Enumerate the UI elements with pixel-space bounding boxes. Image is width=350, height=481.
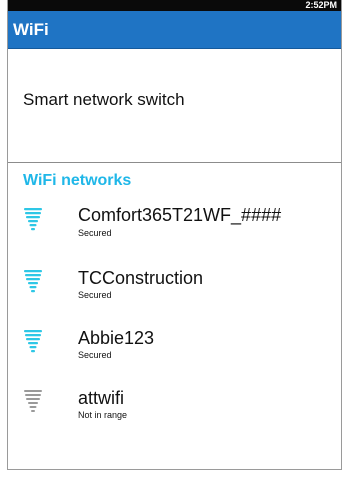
page-title: WiFi — [13, 20, 49, 39]
wifi-signal-icon — [24, 270, 42, 293]
smart-network-switch-label: Smart network switch — [23, 90, 185, 109]
smart-network-switch-row[interactable]: Smart network switch — [8, 49, 341, 163]
phone-screen: 2:52PM WiFi Smart network switch WiFi ne… — [7, 0, 342, 470]
wifi-signal-icon — [24, 390, 42, 412]
section-header-wifi-networks: WiFi networks — [23, 172, 132, 189]
network-name: Comfort365T21WF_#### — [78, 205, 282, 225]
network-item-abbie123[interactable]: Abbie123 Secured — [8, 314, 341, 374]
status-time: 2:52PM — [305, 0, 337, 10]
status-bar: 2:52PM — [8, 0, 341, 11]
network-item-attwifi[interactable]: attwifi Not in range — [8, 374, 341, 434]
network-status: Secured — [78, 290, 112, 300]
network-status: Not in range — [78, 410, 128, 420]
network-name: TCConstruction — [78, 268, 204, 288]
network-item-comfort365[interactable]: Comfort365T21WF_#### Secured — [8, 194, 341, 254]
network-status: Secured — [78, 350, 112, 360]
network-name: Abbie123 — [78, 328, 155, 348]
wifi-signal-icon — [24, 330, 42, 353]
network-status: Secured — [78, 228, 112, 238]
wifi-signal-icon — [24, 208, 42, 231]
network-name: attwifi — [78, 388, 125, 408]
network-item-tcconstruction[interactable]: TCConstruction Secured — [8, 254, 341, 314]
title-bar: WiFi — [8, 11, 341, 49]
